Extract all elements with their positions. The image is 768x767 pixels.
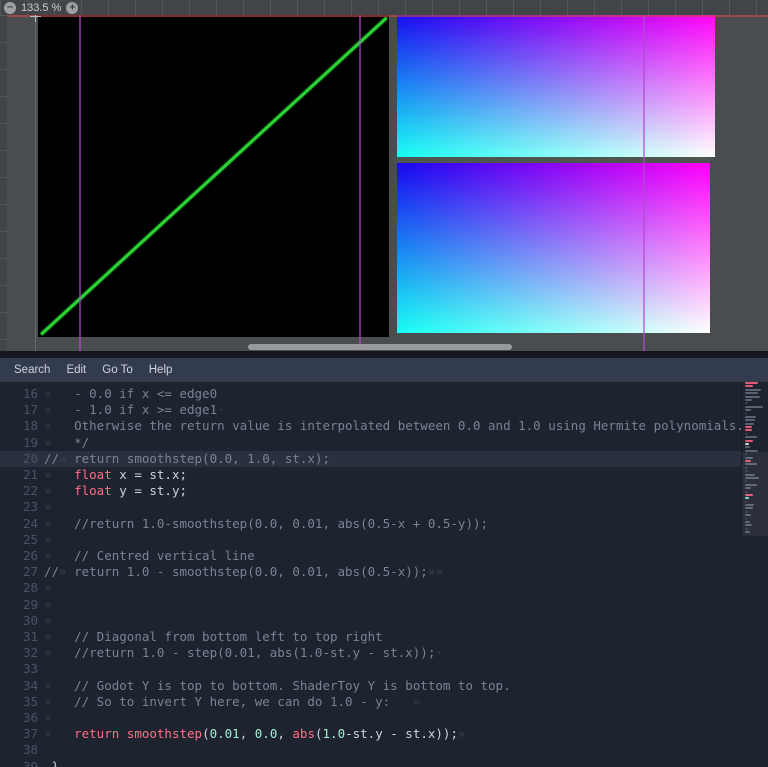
ruler-horizontal xyxy=(0,0,768,15)
code-minimap[interactable] xyxy=(741,382,768,542)
menu-item-search[interactable]: Search xyxy=(6,362,58,378)
origin-axis-line xyxy=(35,15,36,351)
guide-line-horizontal[interactable] xyxy=(0,15,768,17)
code-line-29[interactable]: 29» xyxy=(0,597,768,613)
gradient-preview-bottom xyxy=(397,163,710,333)
line-number: 34 xyxy=(0,678,44,694)
line-number: 22 xyxy=(0,483,44,499)
code-line-27[interactable]: 27//» return 1.0 - smoothstep(0.0, 0.01,… xyxy=(0,564,768,580)
line-number: 26 xyxy=(0,548,44,564)
code-line-28[interactable]: 28» xyxy=(0,580,768,596)
line-number: 20 xyxy=(0,451,44,467)
code-line-31[interactable]: 31» // Diagonal from bottom left to top … xyxy=(0,629,768,645)
gradient-preview-top xyxy=(397,12,715,157)
code-line-20[interactable]: 20//» return smoothstep(0.0, 1.0, st.x);… xyxy=(0,451,768,467)
code-line-25[interactable]: 25» xyxy=(0,532,768,548)
line-number: 28 xyxy=(0,580,44,596)
line-number: 19 xyxy=(0,435,44,451)
line-number: 23 xyxy=(0,499,44,515)
line-number: 36 xyxy=(0,710,44,726)
line-number: 30 xyxy=(0,613,44,629)
line-number: 24 xyxy=(0,516,44,532)
guide-line-vertical[interactable] xyxy=(359,0,361,351)
line-number: 17 xyxy=(0,402,44,418)
line-number: 27 xyxy=(0,564,44,580)
code-line-22[interactable]: 22» float y = st.y; xyxy=(0,483,768,499)
zoom-level-label: 133.5 % xyxy=(21,2,61,14)
ruler-vertical xyxy=(0,15,7,351)
script-editor-menubar: SearchEditGo ToHelp xyxy=(0,358,768,382)
code-line-38[interactable]: 38 xyxy=(0,742,768,758)
guide-line-vertical[interactable] xyxy=(643,0,645,351)
line-number: 31 xyxy=(0,629,44,645)
code-line-37[interactable]: 37» return smoothstep(0.01, 0.0, abs(1.0… xyxy=(0,726,768,742)
line-number: 16 xyxy=(0,386,44,402)
menu-item-edit[interactable]: Edit xyxy=(58,362,94,378)
code-line-26[interactable]: 26» // Centred vertical line xyxy=(0,548,768,564)
horizontal-scrollbar-thumb[interactable] xyxy=(248,344,512,350)
line-number: 18 xyxy=(0,418,44,434)
line-number: 25 xyxy=(0,532,44,548)
pane-separator[interactable] xyxy=(0,351,768,358)
zoom-in-icon[interactable]: + xyxy=(66,2,78,14)
guide-line-vertical[interactable] xyxy=(79,0,81,351)
code-line-23[interactable]: 23» xyxy=(0,499,768,515)
line-number: 35 xyxy=(0,694,44,710)
zoom-out-icon[interactable]: − xyxy=(4,2,16,14)
line-number: 39 xyxy=(0,759,44,767)
code-line-32[interactable]: 32» //return 1.0 - step(0.01, abs(1.0-st… xyxy=(0,645,768,661)
minimap-viewport-indicator[interactable] xyxy=(742,452,768,536)
code-line-24[interactable]: 24» //return 1.0-smoothstep(0.0, 0.01, a… xyxy=(0,516,768,532)
code-line-16[interactable]: 16» - 0.0 if x <= edge0 xyxy=(0,386,768,402)
code-line-36[interactable]: 36» xyxy=(0,710,768,726)
code-line-18[interactable]: 18» Otherwise the return value is interp… xyxy=(0,418,768,434)
code-line-35[interactable]: 35» // So to invert Y here, we can do 1.… xyxy=(0,694,768,710)
code-line-19[interactable]: 19» */ xyxy=(0,435,768,451)
zoom-widget: − 133.5 % + xyxy=(4,1,78,15)
code-line-39[interactable]: 39 } xyxy=(0,759,768,767)
godot-shader-workspace: − 133.5 % + SearchEditGo ToHelp 16» - 0.… xyxy=(0,0,768,767)
menu-item-help[interactable]: Help xyxy=(141,362,181,378)
line-number: 32 xyxy=(0,645,44,661)
code-line-21[interactable]: 21» float x = st.x; xyxy=(0,467,768,483)
line-number: 33 xyxy=(0,661,44,677)
code-line-34[interactable]: 34» // Godot Y is top to bottom. ShaderT… xyxy=(0,678,768,694)
line-number: 38 xyxy=(0,742,44,758)
code-line-17[interactable]: 17» - 1.0 if x >= edge1· xyxy=(0,402,768,418)
line-number: 21 xyxy=(0,467,44,483)
2d-viewport-pane[interactable]: − 133.5 % + xyxy=(0,0,768,351)
menu-item-go-to[interactable]: Go To xyxy=(94,362,140,378)
line-number: 37 xyxy=(0,726,44,742)
code-line-30[interactable]: 30» xyxy=(0,613,768,629)
line-number: 29 xyxy=(0,597,44,613)
shader-code-editor[interactable]: 16» - 0.0 if x <= edge017» - 1.0 if x >=… xyxy=(0,382,768,767)
code-line-33[interactable]: 33 xyxy=(0,661,768,677)
